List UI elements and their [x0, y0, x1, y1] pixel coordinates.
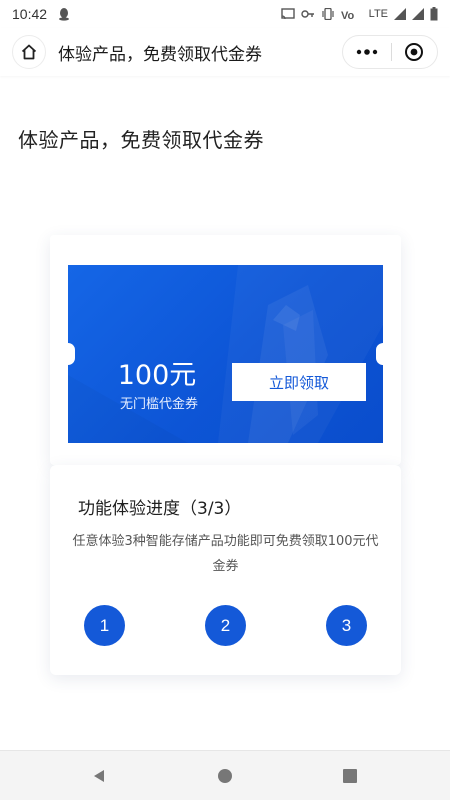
more-dots-icon	[356, 49, 377, 55]
coupon-card: 100元 无门槛代金券 立即领取	[50, 235, 401, 465]
signal-icon	[394, 8, 406, 20]
circle-home-icon	[218, 769, 232, 783]
system-home-button[interactable]	[215, 766, 235, 786]
progress-card: 功能体验进度（3/3） 任意体验3种智能存储产品功能即可免费领取100元代金券 …	[50, 465, 401, 675]
more-button[interactable]	[343, 36, 391, 68]
status-icons: Vo LTE	[280, 7, 438, 21]
progress-step-2[interactable]: 2	[205, 605, 246, 646]
battery-icon	[430, 7, 438, 21]
close-button[interactable]	[391, 36, 437, 68]
cast-icon	[280, 8, 295, 20]
triangle-back-icon	[94, 770, 104, 782]
progress-step-1[interactable]: 1	[84, 605, 125, 646]
progress-step-3[interactable]: 3	[326, 605, 367, 646]
nav-title: 体验产品，免费领取代金券	[58, 44, 262, 65]
system-back-button[interactable]	[89, 766, 109, 786]
target-close-icon	[405, 43, 424, 61]
coupon-amount: 100元	[117, 360, 197, 391]
mini-program-nav-bar: 体验产品，免费领取代金券	[0, 28, 450, 76]
status-time: 10:42	[12, 6, 48, 22]
coupon-notch-left	[61, 343, 75, 365]
system-navigation-bar	[0, 750, 450, 800]
coupon-notch-right	[376, 343, 390, 365]
home-icon	[21, 44, 37, 60]
system-recent-apps-button[interactable]	[340, 766, 360, 786]
key-icon	[300, 10, 314, 18]
signal-2-icon	[412, 8, 424, 20]
progress-description: 任意体验3种智能存储产品功能即可免费领取100元代金券	[72, 534, 379, 574]
progress-title: 功能体验进度（3/3）	[78, 499, 242, 519]
claim-now-button[interactable]: 立即领取	[232, 363, 366, 401]
coupon-description: 无门槛代金券	[119, 397, 198, 412]
qq-penguin-icon	[59, 8, 70, 21]
volte-icon: Vo	[341, 10, 355, 20]
svg-text:Vo: Vo	[341, 10, 355, 20]
square-recent-icon	[343, 769, 357, 783]
network-type-label: LTE	[368, 8, 388, 20]
capsule-menu	[342, 35, 438, 69]
page-heading: 体验产品，免费领取代金券	[18, 128, 264, 152]
vibrate-icon	[322, 8, 334, 20]
status-bar: 10:42 Vo LTE	[0, 0, 450, 28]
home-button[interactable]	[12, 35, 46, 69]
coupon-ticket: 100元 无门槛代金券 立即领取	[68, 265, 383, 443]
